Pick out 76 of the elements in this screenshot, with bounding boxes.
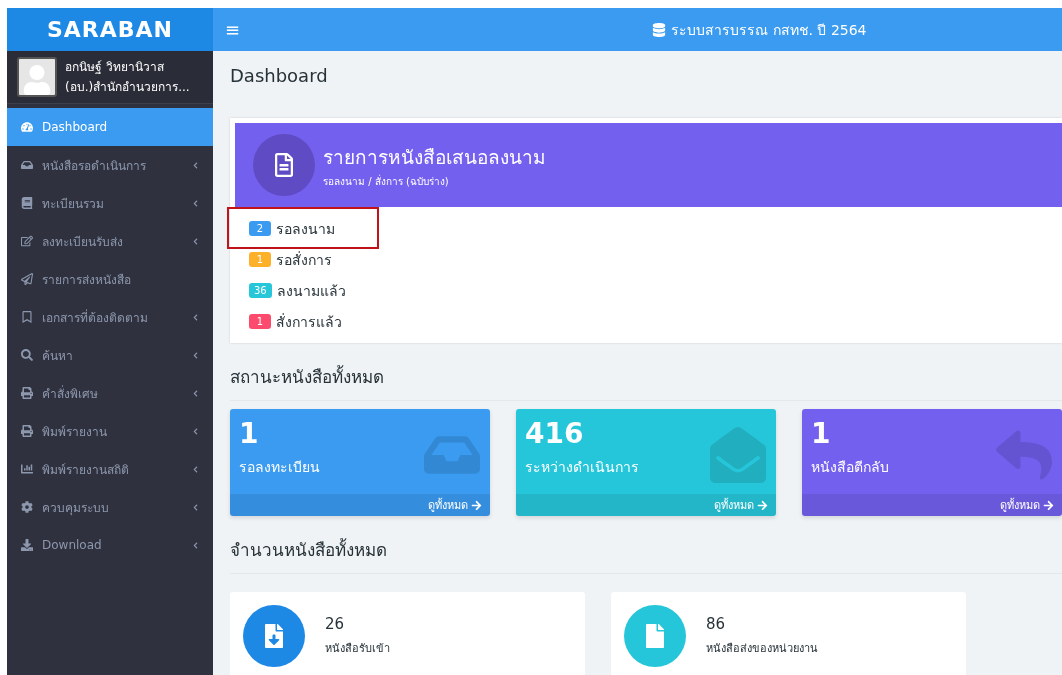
bar-chart-icon [21, 463, 33, 475]
sidebar-item-label: ควบคุมระบบ [42, 499, 110, 517]
bookmark-icon [21, 311, 33, 323]
printer-icon [21, 425, 33, 437]
status-count: 1 [238, 416, 260, 450]
gauge-icon [21, 121, 33, 133]
sidebar-item-label: หนังสือรอดำเนินการ [42, 157, 147, 175]
sidebar-item[interactable]: ค้นหา [7, 336, 213, 374]
menu-button[interactable]: ≡ [225, 19, 241, 40]
document-icon [272, 153, 296, 177]
settings-icon [21, 501, 33, 513]
book-icon [21, 197, 33, 209]
printer-icon [21, 387, 33, 399]
database-icon [652, 22, 667, 37]
system-title: ระบบสารบรรณ กสทช. ปี 2564 [671, 20, 867, 40]
logo: SARABAN [7, 8, 213, 51]
sidebar-item[interactable]: คำสั่งพิเศษ [7, 374, 213, 412]
sidebar-item[interactable]: พิมพ์รายงาน [7, 412, 213, 450]
sidebar-item[interactable]: ลงทะเบียนรับส่ง [7, 222, 213, 260]
sign-link[interactable]: รอสั่งการ [276, 248, 332, 271]
sidebar-item-label: เอกสารที่ต้องติดตาม [42, 308, 149, 327]
status-label: หนังสือตีกลับ [811, 458, 889, 477]
user-unit: (อบ.)สำนักอำนวยการ... [65, 79, 190, 96]
status-label: รอลงทะเบียน [239, 458, 320, 477]
view-all-link[interactable]: ดูทั้งหมด [516, 494, 776, 516]
sidebar-item-label: Download [42, 538, 103, 552]
sidebar-item[interactable]: Download [7, 526, 213, 564]
count-badge: 1 [249, 252, 271, 267]
status-label: ระหว่างดำเนินการ [525, 458, 639, 477]
file-download-icon [262, 624, 286, 648]
sidebar-item-label: พิมพ์รายงานสถิติ [42, 461, 130, 479]
sidebar-item[interactable]: พิมพ์รายงานสถิติ [7, 450, 213, 488]
total-label: หนังสือรับเข้า [325, 641, 390, 657]
envelope-icon [710, 427, 766, 483]
sidebar-item-label: ลงทะเบียนรับส่ง [42, 233, 124, 251]
status-count: 1 [810, 416, 832, 450]
user-name: อกนิษฐ์ วิทยานิวาส [65, 59, 165, 76]
arrow-right-icon [1043, 499, 1054, 511]
page-title: Dashboard [230, 65, 329, 88]
count-badge: 36 [249, 283, 272, 298]
sidebar-item-label: ค้นหา [42, 347, 74, 365]
sidebar-item[interactable]: Dashboard [7, 108, 213, 146]
search-icon [21, 349, 33, 361]
count-badge: 1 [249, 314, 271, 329]
view-all-link[interactable]: ดูทั้งหมด [802, 494, 1062, 516]
inbox-icon [21, 159, 33, 171]
arrow-right-icon [471, 499, 482, 511]
count-badge: 2 [249, 221, 271, 236]
sidebar-item-label: Dashboard [42, 120, 109, 134]
sign-link[interactable]: ลงนามแล้ว [276, 279, 346, 302]
total-count: 26 [325, 615, 346, 633]
total-count: 86 [706, 615, 727, 633]
total-label: หนังสือส่งของหน่วยงาน [706, 641, 818, 657]
status-count: 416 [524, 416, 585, 450]
sidebar-item[interactable]: เอกสารที่ต้องติดตาม [7, 298, 213, 336]
sidebar-item[interactable]: ควบคุมระบบ [7, 488, 213, 526]
sidebar-item[interactable]: หนังสือรอดำเนินการ [7, 146, 213, 184]
sidebar-item-label: พิมพ์รายงาน [42, 423, 108, 441]
panel-title: รายการหนังสือเสนอลงนาม [323, 144, 546, 170]
arrow-right-icon [757, 499, 768, 511]
paper-plane-icon [21, 273, 33, 285]
sidebar-item[interactable]: รายการส่งหนังสือ [7, 260, 213, 298]
sidebar-item-label: รายการส่งหนังสือ [42, 271, 132, 289]
panel-subtitle: รอลงนาม / สั่งการ (ฉบับร่าง) [323, 173, 450, 189]
sidebar-item-label: คำสั่งพิเศษ [42, 384, 99, 403]
sidebar-item-label: ทะเบียนรวม [42, 195, 105, 213]
avatar-placeholder [17, 57, 57, 97]
file-icon [643, 624, 667, 648]
sign-link[interactable]: สั่งการแล้ว [276, 310, 342, 333]
view-all-link[interactable]: ดูทั้งหมด [230, 494, 490, 516]
sign-link[interactable]: รอลงนาม [276, 217, 335, 240]
edit-icon [21, 235, 33, 247]
section-heading: สถานะหนังสือทั้งหมด [230, 343, 1062, 401]
download-icon [21, 539, 33, 551]
section-heading: จำนวนหนังสือทั้งหมด [230, 516, 1062, 574]
sidebar-item[interactable]: ทะเบียนรวม [7, 184, 213, 222]
